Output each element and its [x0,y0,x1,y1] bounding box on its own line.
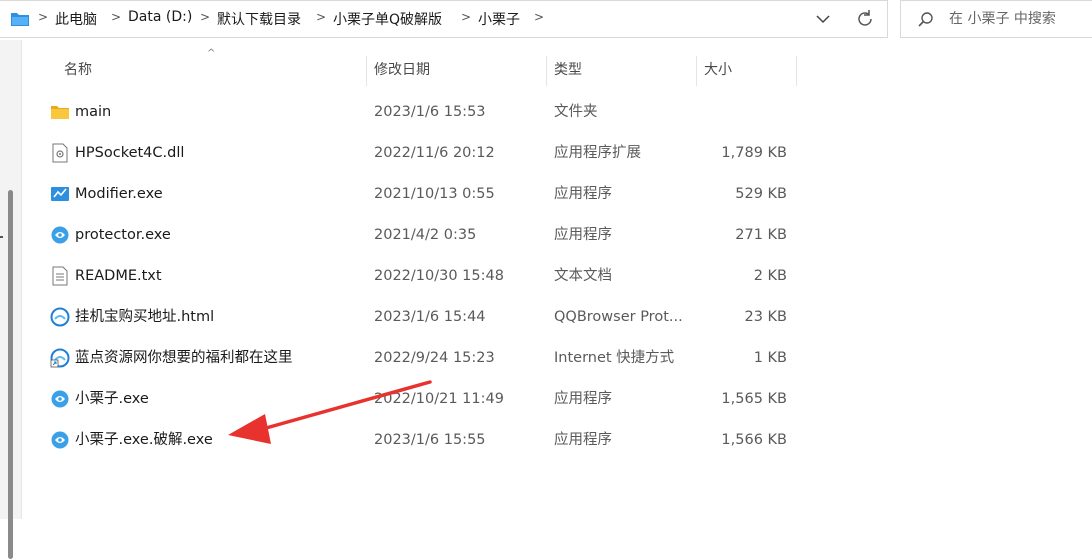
search-input[interactable] [949,9,1085,29]
file-row-shortcut[interactable]: 蓝点资源网你想要的福利都在这里 2022/9/24 15:23 Internet… [22,338,1092,378]
column-header-modified[interactable]: 修改日期 [366,52,546,88]
modifier-app-icon [51,187,69,201]
file-modified: 2023/1/6 15:53 [374,104,486,120]
nav-scrollbar-thumb[interactable] [8,190,13,559]
nav-marker [0,236,3,238]
chevron-right-icon[interactable]: > [534,10,544,24]
column-divider[interactable] [796,56,797,86]
file-modified: 2023/1/6 15:44 [374,309,486,325]
file-type: 文件夹 [554,104,598,120]
file-type: 应用程序 [554,227,612,243]
chevron-right-icon[interactable]: > [38,10,48,24]
file-row-main[interactable]: main 2023/1/6 15:53 文件夹 [22,92,1092,132]
file-name: 小栗子.exe [75,391,149,407]
file-size: 271 KB [735,227,787,243]
breadcrumb-xlz-crack[interactable]: 小栗子单Q破解版 [333,9,442,29]
file-row-modifier[interactable]: Modifier.exe 2021/10/13 0:55 应用程序 529 KB [22,174,1092,214]
file-type: 文本文档 [554,268,612,284]
address-bar[interactable]: > 此电脑 > Data (D:) > 默认下载目录 > 小栗子单Q破解版 > … [0,0,888,38]
file-row-readme[interactable]: README.txt 2022/10/30 15:48 文本文档 2 KB [22,256,1092,296]
internet-shortcut-icon [50,348,70,368]
file-name: README.txt [75,268,162,284]
column-headers: 名称 ^ 修改日期 类型 大小 [22,48,1092,88]
chevron-right-icon[interactable]: > [461,10,471,24]
file-modified: 2022/9/24 15:23 [374,350,495,366]
qqbrowser-html-icon [50,307,70,327]
breadcrumb-drive[interactable]: Data (D:) [128,9,192,25]
chevron-right-icon[interactable]: > [200,10,210,24]
top-bar: > 此电脑 > Data (D:) > 默认下载目录 > 小栗子单Q破解版 > … [0,0,1092,40]
column-header-size[interactable]: 大小 [696,52,796,88]
file-modified: 2022/11/6 20:12 [374,145,495,161]
file-name: 挂机宝购买地址.html [75,309,215,325]
file-row-xlz[interactable]: 小栗子.exe 2022/10/21 11:49 应用程序 1,565 KB [22,379,1092,419]
navigation-pane [0,40,22,559]
file-name: HPSocket4C.dll [75,145,185,161]
file-type: 应用程序 [554,391,612,407]
file-size: 1,789 KB [721,145,787,161]
file-type: QQBrowser Prot... [554,309,683,325]
breadcrumb-this-pc[interactable]: 此电脑 [55,9,97,29]
column-header-type[interactable]: 类型 [546,52,696,88]
file-size: 2 KB [753,268,787,284]
breadcrumb-xlz[interactable]: 小栗子 [478,9,520,29]
chestnut-app-icon [51,390,69,408]
red-arrow-annotation-icon [228,380,432,444]
search-box[interactable] [900,0,1092,38]
breadcrumb-download-dir[interactable]: 默认下载目录 [217,9,301,29]
text-file-icon [52,266,68,286]
file-name: 小栗子.exe.破解.exe [75,432,213,448]
file-type: 应用程序 [554,432,612,448]
file-modified: 2022/10/30 15:48 [374,268,504,284]
file-type: Internet 快捷方式 [554,350,675,366]
file-row-hpsocket[interactable]: HPSocket4C.dll 2022/11/6 20:12 应用程序扩展 1,… [22,133,1092,173]
file-name: 蓝点资源网你想要的福利都在这里 [75,350,293,366]
dll-file-icon [52,143,68,163]
chestnut-app-icon [51,431,69,449]
file-row-html[interactable]: 挂机宝购买地址.html 2023/1/6 15:44 QQBrowser Pr… [22,297,1092,337]
file-type: 应用程序扩展 [554,145,641,161]
file-row-xlz-crack[interactable]: 小栗子.exe.破解.exe 2023/1/6 15:55 应用程序 1,566… [22,420,1092,460]
chevron-right-icon[interactable]: > [316,10,326,24]
file-size: 1,566 KB [721,432,787,448]
chestnut-app-icon [51,226,69,244]
file-size: 529 KB [735,186,787,202]
file-type: 应用程序 [554,186,612,202]
file-row-protector[interactable]: protector.exe 2021/4/2 0:35 应用程序 271 KB [22,215,1092,255]
folder-icon [51,106,69,119]
file-name: main [75,104,112,120]
file-modified: 2021/10/13 0:55 [374,186,495,202]
this-pc-folder-icon [11,13,29,26]
file-size: 23 KB [744,309,787,325]
file-size: 1,565 KB [721,391,787,407]
file-name: protector.exe [75,227,171,243]
sort-ascending-icon: ^ [207,48,216,59]
file-size: 1 KB [753,350,787,366]
chevron-right-icon[interactable]: > [111,10,121,24]
search-icon [918,12,933,27]
file-name: Modifier.exe [75,186,163,202]
file-modified: 2021/4/2 0:35 [374,227,477,243]
refresh-icon[interactable] [853,7,877,31]
chevron-down-icon[interactable] [813,9,833,29]
